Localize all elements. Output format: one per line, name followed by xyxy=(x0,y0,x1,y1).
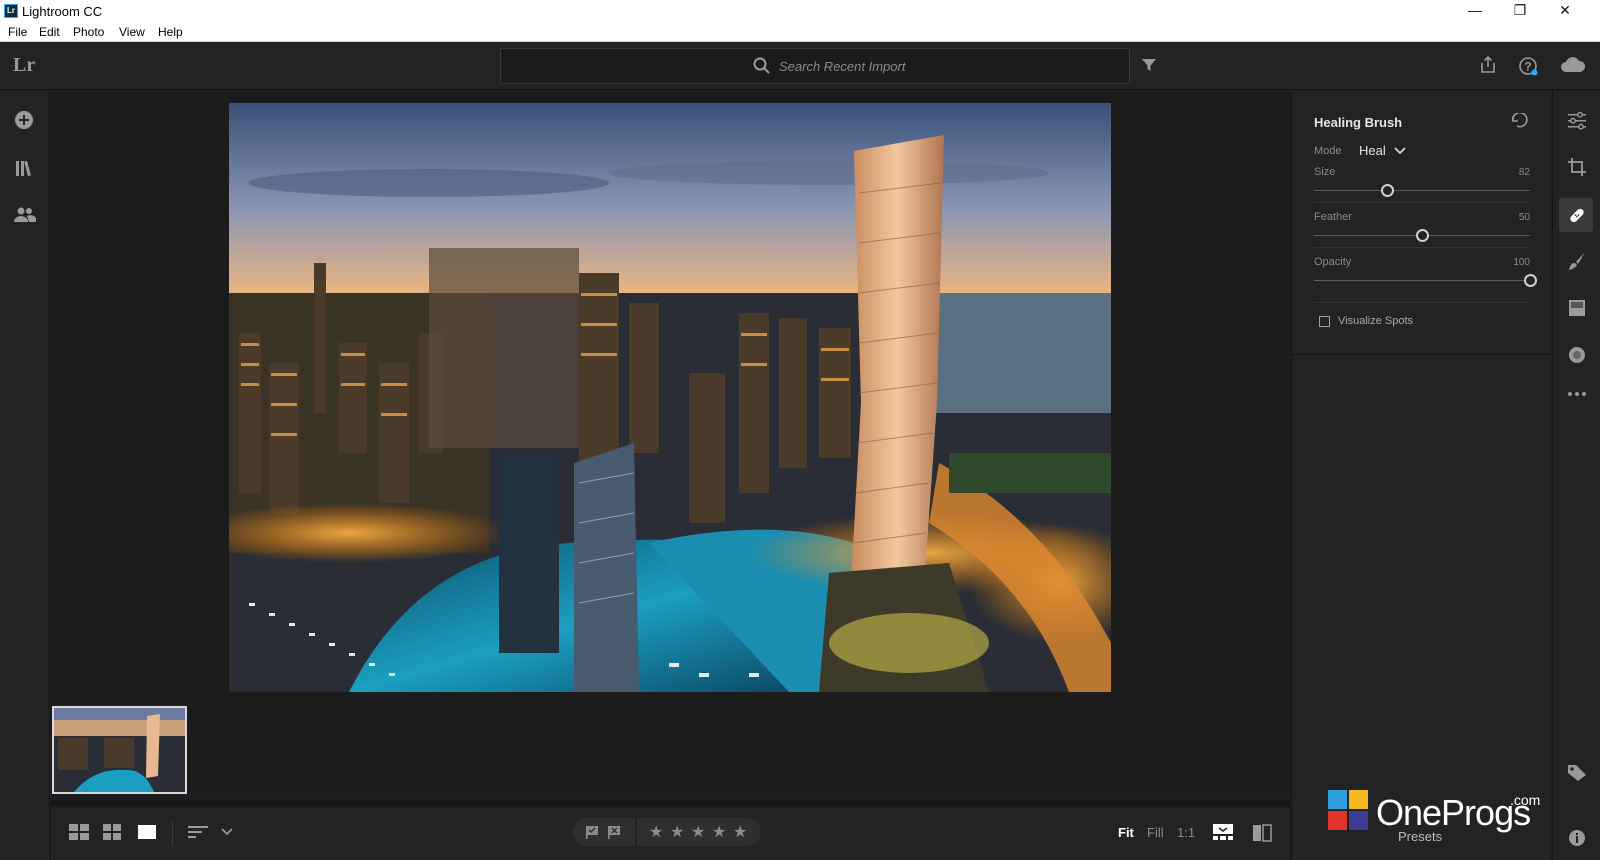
presets-button[interactable]: Presets xyxy=(1398,829,1442,844)
photo-grid-view-icon[interactable] xyxy=(103,824,121,840)
crop-icon[interactable] xyxy=(1567,157,1587,177)
mode-chevron-icon[interactable] xyxy=(1394,147,1406,155)
feather-value[interactable]: 50 xyxy=(1490,212,1530,223)
healing-brush-icon[interactable] xyxy=(1567,205,1587,225)
section-divider xyxy=(1314,302,1530,303)
svg-text:?: ? xyxy=(1524,60,1531,74)
watermark-squares-icon xyxy=(1328,790,1368,830)
keywords-tag-icon[interactable] xyxy=(1567,764,1587,782)
feather-slider-knob[interactable] xyxy=(1415,229,1429,242)
app-logo-icon: Lr xyxy=(4,4,18,18)
size-slider-knob[interactable] xyxy=(1380,184,1394,197)
watermark-tld: .com xyxy=(1510,792,1541,808)
sort-dropdown-chevron-icon[interactable] xyxy=(221,828,233,836)
pick-flag-icon[interactable] xyxy=(585,825,599,839)
share-icon[interactable] xyxy=(1480,56,1496,74)
top-toolbar: Lr Search Recent Import ? xyxy=(0,42,1600,90)
visualize-spots-checkbox[interactable] xyxy=(1319,316,1330,327)
info-icon[interactable] xyxy=(1567,828,1587,848)
edit-sliders-icon[interactable] xyxy=(1567,110,1587,130)
feather-slider[interactable] xyxy=(1314,229,1530,242)
visualize-spots-label: Visualize Spots xyxy=(1338,315,1414,327)
mode-dropdown[interactable]: Heal xyxy=(1359,143,1386,158)
people-icon[interactable] xyxy=(14,206,36,224)
flag-group xyxy=(573,818,635,846)
filmstrip-toggle-icon[interactable] xyxy=(1213,824,1233,840)
bottom-toolbar: ★ ★ ★ ★ ★ Fit Fill 1:1 xyxy=(51,808,1290,860)
section-divider xyxy=(1314,247,1530,248)
menu-edit[interactable]: Edit xyxy=(39,25,60,39)
star-rating: ★ ★ ★ ★ ★ xyxy=(637,818,761,846)
menu-view[interactable]: View xyxy=(119,25,145,39)
dubai-marina-image xyxy=(229,103,1111,692)
section-divider xyxy=(1314,202,1530,203)
brush-icon[interactable] xyxy=(1567,251,1587,271)
square-grid-view-icon[interactable] xyxy=(69,824,89,840)
menu-help[interactable]: Help xyxy=(158,25,183,39)
edit-panel: Healing Brush Mode Heal Size 82 Feather … xyxy=(1291,91,1552,860)
filmstrip-scrollbar[interactable] xyxy=(51,800,1290,806)
opacity-value[interactable]: 100 xyxy=(1490,257,1530,268)
size-slider[interactable] xyxy=(1314,184,1530,197)
left-navigation-bar xyxy=(0,91,50,860)
healing-brush-section: Healing Brush Mode Heal Size 82 Feather … xyxy=(1292,91,1552,355)
right-tool-strip xyxy=(1552,91,1600,860)
star-3[interactable]: ★ xyxy=(691,822,705,842)
window-titlebar: Lr Lightroom CC — ❐ ✕ xyxy=(0,0,1600,22)
reject-flag-icon[interactable] xyxy=(607,825,621,839)
toolbar-divider xyxy=(172,820,173,846)
add-photos-icon[interactable] xyxy=(14,110,34,130)
zoom-fill-button[interactable]: Fill xyxy=(1147,825,1164,840)
watermark-brand: OneProgs xyxy=(1376,792,1531,833)
search-input[interactable]: Search Recent Import xyxy=(500,48,1130,84)
menu-photo[interactable]: Photo xyxy=(73,25,104,39)
reset-icon[interactable] xyxy=(1510,113,1530,129)
size-label: Size xyxy=(1314,166,1336,178)
thumbnail-image xyxy=(54,708,185,792)
main-photo[interactable] xyxy=(229,103,1111,692)
detail-view-icon[interactable] xyxy=(138,824,156,840)
compare-view-icon[interactable] xyxy=(1252,824,1272,842)
opacity-slider-knob[interactable] xyxy=(1523,274,1537,287)
size-value[interactable]: 82 xyxy=(1490,167,1530,178)
lr-brand-mark: Lr xyxy=(13,54,36,76)
menu-file[interactable]: File xyxy=(8,25,27,39)
panel-title: Healing Brush xyxy=(1314,115,1403,130)
opacity-label: Opacity xyxy=(1314,256,1352,268)
menu-bar: File Edit Photo View Help xyxy=(0,22,1600,42)
window-title: Lightroom CC xyxy=(22,4,103,19)
library-icon[interactable] xyxy=(14,158,34,178)
radial-gradient-icon[interactable] xyxy=(1567,345,1587,365)
linear-gradient-icon[interactable] xyxy=(1567,298,1587,318)
star-1[interactable]: ★ xyxy=(649,822,663,842)
filmstrip-thumbnail[interactable] xyxy=(52,706,187,794)
mode-label: Mode xyxy=(1314,145,1342,157)
minimize-button[interactable]: — xyxy=(1452,0,1498,22)
close-button[interactable]: ✕ xyxy=(1542,0,1588,22)
star-2[interactable]: ★ xyxy=(670,822,684,842)
cloud-sync-icon[interactable] xyxy=(1560,56,1586,74)
restore-button[interactable]: ❐ xyxy=(1497,0,1543,22)
feather-label: Feather xyxy=(1314,211,1352,223)
search-placeholder: Search Recent Import xyxy=(779,59,906,74)
star-4[interactable]: ★ xyxy=(712,822,726,842)
sort-icon[interactable] xyxy=(188,824,208,840)
help-icon[interactable]: ? xyxy=(1518,56,1538,76)
zoom-1to1-button[interactable]: 1:1 xyxy=(1177,825,1195,840)
zoom-fit-button[interactable]: Fit xyxy=(1118,825,1134,840)
filter-icon[interactable] xyxy=(1142,58,1156,72)
star-5[interactable]: ★ xyxy=(733,822,747,842)
more-options-icon[interactable] xyxy=(1567,391,1587,397)
search-icon xyxy=(753,57,770,74)
opacity-slider[interactable] xyxy=(1314,274,1537,287)
